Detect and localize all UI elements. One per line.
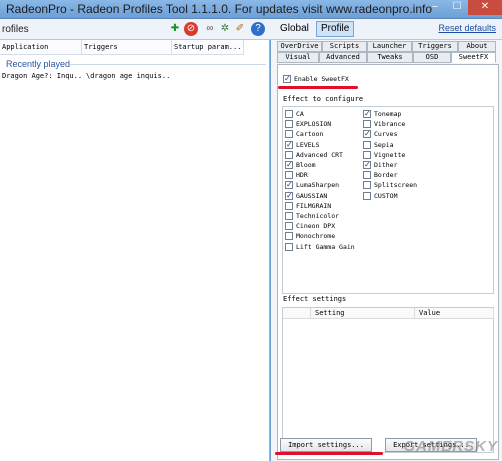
profiles-list: Application Triggers Startup param... Re…	[0, 40, 270, 461]
effect-checkbox[interactable]	[363, 120, 371, 129]
effect-label: Dither	[374, 161, 398, 169]
reset-defaults-link[interactable]: Reset defaults	[438, 23, 496, 33]
tab-tweaks[interactable]: Tweaks	[367, 52, 413, 63]
tab-triggers[interactable]: Triggers	[412, 41, 458, 52]
tab-advanced[interactable]: Advanced	[319, 52, 367, 63]
effect-label: Splitscreen	[374, 181, 418, 190]
tab-scripts[interactable]: Scripts	[322, 41, 367, 52]
effect-checkbox[interactable]	[363, 181, 371, 190]
link-icon[interactable]: ∞	[203, 22, 217, 36]
effect-checkbox[interactable]	[363, 150, 371, 159]
effect-settings-title: Effect settings	[283, 295, 347, 303]
tab-osd[interactable]: OSD	[413, 52, 451, 63]
settings-pane: OverDrive Scripts Launcher Triggers Abou…	[271, 40, 502, 461]
effect-label: Lift Gamma Gain	[296, 242, 355, 251]
effect-label: Vignette	[374, 150, 406, 159]
effect-checkbox[interactable]: ✓	[363, 130, 371, 139]
tab-launcher[interactable]: Launcher	[367, 41, 412, 52]
highlight-underline	[278, 86, 358, 89]
effect-checkbox[interactable]	[285, 201, 293, 210]
minimize-button[interactable]: –	[424, 0, 446, 15]
effect-label: Curves	[374, 130, 398, 139]
effect-label: Bloom	[296, 161, 316, 169]
global-button[interactable]: Global	[275, 21, 314, 37]
effect-settings-table: Setting Value	[282, 307, 494, 453]
cell-triggers: \dragon age inquis...	[86, 72, 170, 80]
effect-label: Advanced CRT	[296, 150, 343, 159]
effect-label: CUSTOM	[374, 191, 398, 200]
effect-checkbox[interactable]	[285, 232, 293, 241]
profile-button[interactable]: Profile	[316, 21, 355, 37]
effects-list: CA EXPLOSION Cartoon ✓ LEVELS Advanced CRT ✓ Bl…	[282, 106, 494, 294]
effect-label: CA	[296, 110, 304, 118]
effect-checkbox[interactable]: ✓	[285, 191, 293, 200]
effect-label: Technicolor	[296, 212, 340, 220]
group-divider	[70, 64, 266, 65]
effect-checkbox[interactable]	[363, 140, 371, 149]
maximize-button[interactable]: ☐	[446, 0, 468, 15]
column-header-setting[interactable]: Setting	[311, 308, 415, 319]
effect-checkbox[interactable]: ✓	[285, 181, 293, 190]
effect-label: GAUSSIAN	[296, 191, 328, 200]
effect-label: Monochrome	[296, 232, 336, 241]
effect-checkbox[interactable]: ✓	[285, 161, 293, 169]
effect-label: FILMGRAIN	[296, 201, 332, 210]
effect-label: Cineon DPX	[296, 222, 336, 231]
effect-checkbox[interactable]: ✓	[363, 161, 371, 169]
profiles-label: rofiles	[2, 24, 29, 35]
enable-sweetfx-checkbox[interactable]: ✓	[283, 75, 291, 83]
effect-checkbox[interactable]	[285, 222, 293, 231]
effects-group-title: Effect to configure	[283, 95, 364, 103]
enable-sweetfx-label: Enable SweetFX	[294, 75, 349, 83]
broom-icon[interactable]: ✐	[233, 22, 247, 36]
tab-visual[interactable]: Visual	[277, 52, 319, 63]
effect-checkbox[interactable]	[285, 150, 293, 159]
cell-application: Dragon Age?: Inqu...	[2, 72, 82, 80]
sweetfx-panel: ✓ Enable SweetFX Effect to configure CA E…	[277, 64, 499, 460]
title-bar: RadeonPro - Radeon Profiles Tool 1.1.1.0…	[0, 0, 502, 19]
window-title: RadeonPro - Radeon Profiles Tool 1.1.1.0…	[6, 2, 433, 16]
effect-checkbox[interactable]	[285, 110, 293, 118]
tab-sweetfx[interactable]: SweetFX	[451, 52, 496, 63]
effect-label: LumaSharpen	[296, 181, 340, 190]
tab-overdrive[interactable]: OverDrive	[277, 41, 322, 52]
effect-checkbox[interactable]	[285, 120, 293, 129]
effect-label: Vibrance	[374, 120, 406, 129]
effect-checkbox[interactable]	[285, 171, 293, 180]
tab-about[interactable]: About	[458, 41, 496, 52]
help-icon[interactable]: ?	[251, 22, 265, 36]
effect-label: LEVELS	[296, 140, 320, 149]
effect-label: Border	[374, 171, 398, 180]
column-header-application[interactable]: Application	[0, 40, 82, 55]
effect-checkbox[interactable]: ✓	[363, 110, 371, 118]
effect-checkbox[interactable]	[285, 212, 293, 220]
close-button[interactable]: ✕	[468, 0, 502, 15]
toolbar: rofiles ✚ ⊘ ∞ ✲ ✐ ? Global Profile Reset…	[0, 19, 502, 40]
watermark: GAMERSKY	[403, 438, 498, 455]
effect-label: HDR	[296, 171, 308, 180]
effect-label: Sepia	[374, 140, 394, 149]
column-header-startup[interactable]: Startup param...	[172, 40, 244, 55]
highlight-underline	[275, 452, 383, 455]
effect-checkbox[interactable]	[285, 242, 293, 251]
effect-checkbox[interactable]	[285, 130, 293, 139]
column-header-triggers[interactable]: Triggers	[82, 40, 172, 55]
effect-checkbox[interactable]	[363, 191, 371, 200]
effect-checkbox[interactable]	[363, 171, 371, 180]
effect-label: Tonemap	[374, 110, 402, 118]
effect-checkbox[interactable]: ✓	[285, 140, 293, 149]
settings-row-header	[283, 308, 311, 319]
effect-label: Cartoon	[296, 130, 324, 139]
delete-icon[interactable]: ⊘	[184, 22, 198, 36]
add-profile-icon[interactable]: ✚	[168, 22, 182, 36]
window-controls: – ☐ ✕	[424, 0, 502, 15]
effect-label: EXPLOSION	[296, 120, 332, 129]
column-header-value[interactable]: Value	[415, 308, 494, 319]
tools-icon[interactable]: ✲	[218, 22, 232, 36]
import-settings-button[interactable]: Import settings...	[280, 438, 372, 452]
